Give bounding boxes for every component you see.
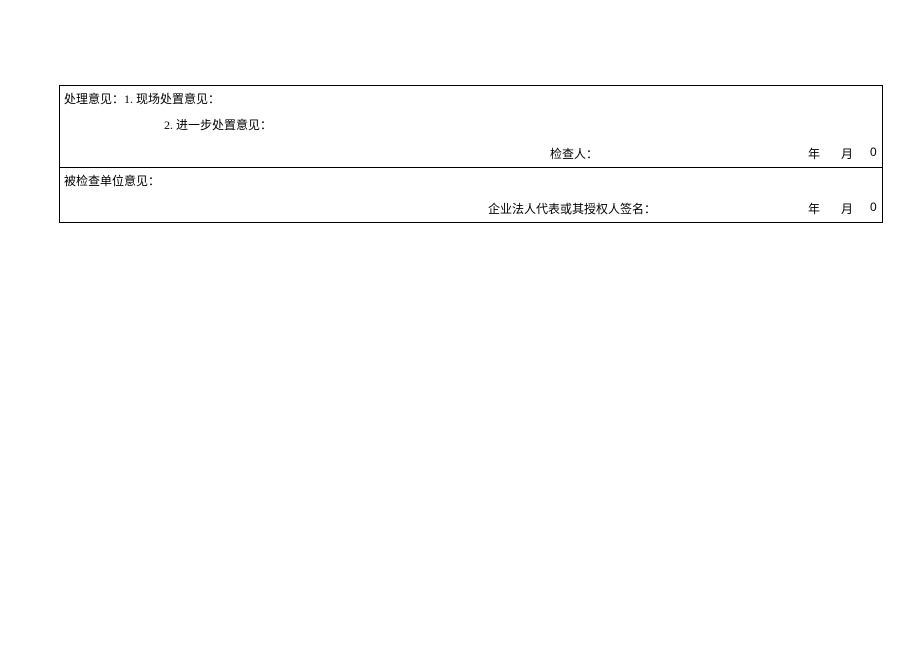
rep-signature-line: 企业法人代表或其授权人签名： 年 月 0: [60, 200, 882, 216]
inspector-signature-line: 检查人： 年 月 0: [60, 145, 882, 161]
handling-opinion-row: 处理意见：1. 现场处置意见： 2. 进一步处置意见： 检查人： 年 月 0: [60, 86, 882, 168]
zero-value-1: 0: [870, 145, 877, 159]
month-label-1: 月: [841, 145, 853, 162]
year-label-1: 年: [808, 145, 820, 162]
month-label-2: 月: [841, 200, 853, 217]
rep-signature-label: 企业法人代表或其授权人签名：: [488, 200, 656, 217]
inspected-unit-row: 被检查单位意见： 企业法人代表或其授权人签名： 年 月 0: [60, 168, 882, 222]
inspected-unit-label: 被检查单位意见：: [64, 172, 160, 189]
handling-opinion-label: 处理意见：1. 现场处置意见：: [64, 90, 220, 107]
inspector-label: 检查人：: [550, 145, 598, 162]
zero-value-2: 0: [870, 200, 877, 214]
year-label-2: 年: [808, 200, 820, 217]
inspection-form: 处理意见：1. 现场处置意见： 2. 进一步处置意见： 检查人： 年 月 0 被…: [59, 85, 883, 223]
further-opinion-label: 2. 进一步处置意见：: [164, 116, 272, 133]
